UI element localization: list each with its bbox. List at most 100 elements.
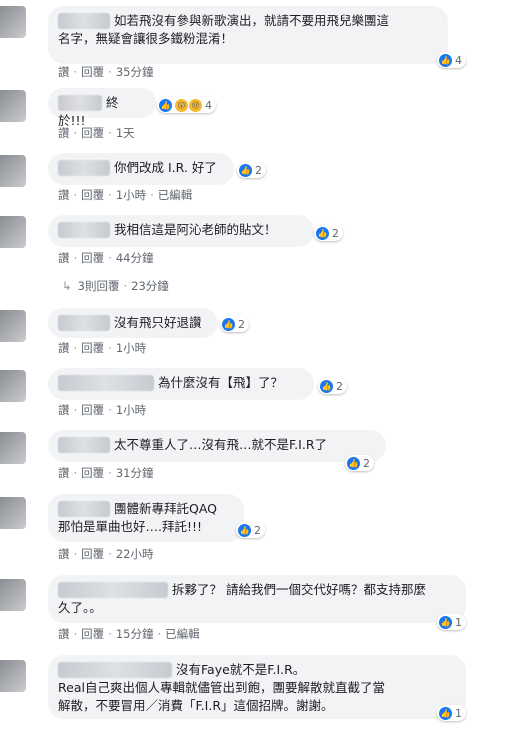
reaction-count[interactable]: 👍 2 <box>237 162 266 178</box>
comment-text: 如若飛沒有參與新歌演出，就請不要用飛兒樂團這 <box>114 13 390 28</box>
timestamp[interactable]: 35分鐘 <box>116 65 154 79</box>
reaction-count[interactable]: 👍 2 <box>220 316 249 332</box>
reaction-count[interactable]: 👍 2 <box>345 455 374 471</box>
avatar[interactable] <box>0 497 26 529</box>
comment-actions: 讚 · 回覆 · 35分鐘 <box>58 65 154 79</box>
like-icon: 👍 <box>316 226 329 240</box>
comment-actions: 讚 · 回覆 · 22小時 <box>58 547 154 561</box>
comment-bubble: 太不尊重人了…沒有飛…就不是F.I.R了 <box>48 430 386 462</box>
reply-link[interactable]: 回覆 <box>81 188 104 202</box>
avatar[interactable] <box>0 6 26 38</box>
comment-bubble: 終於!!! <box>48 88 156 128</box>
replies-link[interactable]: 3則回覆 <box>78 279 120 293</box>
comment-actions: 讚 · 回覆 · 1小時 <box>58 403 147 417</box>
reply-link[interactable]: 回覆 <box>81 65 104 79</box>
avatar[interactable] <box>0 432 26 464</box>
comment-bubble: 沒有飛只好退讚 <box>48 308 218 338</box>
like-link[interactable]: 讚 <box>58 466 70 480</box>
reaction-count[interactable]: 👍 2 <box>236 522 265 538</box>
edited-label[interactable]: 已編輯 <box>165 627 200 641</box>
commenter-name[interactable] <box>58 221 110 238</box>
comment-bubble: 如若飛沒有參與新歌演出，就請不要用飛兒樂團這 名字，無疑會讓很多鐵粉混淆！ <box>48 6 448 64</box>
like-icon: 👍 <box>347 456 360 470</box>
comment-text: 太不尊重人了…沒有飛…就不是F.I.R了 <box>114 437 328 452</box>
comment-text: 為什麼沒有【飛】了？ <box>158 375 284 390</box>
commenter-name[interactable] <box>58 159 110 176</box>
comment-actions: 讚 · 回覆 · 44分鐘 <box>58 251 154 265</box>
reply-link[interactable]: 回覆 <box>81 126 104 140</box>
comment-bubble: 沒有Faye就不是F.I.R。 Real自己爽出個人專輯就儘管出到飽，團要解散就… <box>48 655 466 719</box>
commenter-name[interactable] <box>58 314 110 331</box>
reaction-count[interactable]: 👍 1 <box>437 705 466 721</box>
comment-text-line2: Real自己爽出個人專輯就儘管出到飽，團要解散就直截了當 <box>58 680 385 695</box>
comment-actions: 讚 · 回覆 · 15分鐘 · 已編輯 <box>58 627 200 641</box>
timestamp[interactable]: 1天 <box>116 126 135 140</box>
like-icon: 👍 <box>222 317 235 331</box>
commenter-name[interactable] <box>58 374 154 391</box>
comment-bubble: 為什麼沒有【飛】了？ <box>48 368 314 400</box>
comment-actions: 讚 · 回覆 · 1小時 <box>58 341 147 355</box>
reaction-count[interactable]: 👍 😮 😢 4 <box>157 97 216 113</box>
comment-text: 沒有飛只好退讚 <box>114 315 202 330</box>
comment-bubble: 拆夥了？ 請給我們一個交代好嗎？都支持那麼 久了。。 <box>48 575 466 623</box>
commenter-name[interactable] <box>58 500 110 517</box>
timestamp[interactable]: 31分鐘 <box>116 466 154 480</box>
comment-actions: 讚 · 回覆 · 1小時 · 已編輯 <box>58 188 193 202</box>
timestamp[interactable]: 44分鐘 <box>116 251 154 265</box>
reaction-count[interactable]: 👍 4 <box>437 52 466 68</box>
commenter-name[interactable] <box>58 661 172 678</box>
comment-text-line3: 解散，不要冒用／消費「F.I.R」這個招牌。謝謝。 <box>58 698 334 713</box>
sad-icon: 😢 <box>189 98 202 112</box>
comment-text: 沒有Faye就不是F.I.R。 <box>176 662 306 677</box>
comment-text: 拆夥了？ 請給我們一個交代好嗎？都支持那麼 <box>172 582 426 597</box>
reply-link[interactable]: 回覆 <box>81 341 104 355</box>
comment-bubble: 我相信這是阿沁老師的貼文！ <box>48 215 314 247</box>
avatar[interactable] <box>0 216 26 248</box>
like-icon: 👍 <box>238 523 251 537</box>
like-link[interactable]: 讚 <box>58 341 70 355</box>
comment-text-line2: 名字，無疑會讓很多鐵粉混淆！ <box>58 31 234 46</box>
like-icon: 👍 <box>439 53 452 67</box>
reaction-count[interactable]: 👍 2 <box>314 225 343 241</box>
timestamp[interactable]: 15分鐘 <box>116 627 154 641</box>
replies-time: 23分鐘 <box>131 279 169 293</box>
reply-link[interactable]: 回覆 <box>81 403 104 417</box>
comment-actions: 讚 · 回覆 · 1天 <box>58 126 135 140</box>
avatar[interactable] <box>0 155 26 187</box>
like-link[interactable]: 讚 <box>58 251 70 265</box>
comment-actions: 讚 · 回覆 · 31分鐘 <box>58 466 154 480</box>
like-icon: 👍 <box>159 98 172 112</box>
timestamp[interactable]: 1小時 <box>116 188 146 202</box>
like-link[interactable]: 讚 <box>58 547 70 561</box>
commenter-name[interactable] <box>58 436 110 453</box>
reply-link[interactable]: 回覆 <box>81 466 104 480</box>
reply-link[interactable]: 回覆 <box>81 627 104 641</box>
avatar[interactable] <box>0 579 26 611</box>
like-link[interactable]: 讚 <box>58 188 70 202</box>
reply-link[interactable]: 回覆 <box>81 547 104 561</box>
timestamp[interactable]: 1小時 <box>116 341 146 355</box>
edited-label[interactable]: 已編輯 <box>158 188 193 202</box>
reaction-count[interactable]: 👍 1 <box>437 614 466 630</box>
view-replies[interactable]: ↳ 3則回覆 · 23分鐘 <box>62 278 169 294</box>
avatar[interactable] <box>0 660 26 692</box>
avatar[interactable] <box>0 370 26 402</box>
commenter-name[interactable] <box>58 581 168 598</box>
like-link[interactable]: 讚 <box>58 627 70 641</box>
timestamp[interactable]: 22小時 <box>116 547 154 561</box>
timestamp[interactable]: 1小時 <box>116 403 146 417</box>
reply-link[interactable]: 回覆 <box>81 251 104 265</box>
comment-text: 我相信這是阿沁老師的貼文！ <box>114 222 277 237</box>
comment-bubble: 團體新專拜託QAQ 那怕是單曲也好….拜託!!! <box>48 494 244 542</box>
commenter-name[interactable] <box>58 12 110 29</box>
like-link[interactable]: 讚 <box>58 65 70 79</box>
like-icon: 👍 <box>439 706 452 720</box>
avatar[interactable] <box>0 90 26 122</box>
commenter-name[interactable] <box>58 94 102 111</box>
like-icon: 👍 <box>439 615 452 629</box>
reaction-count[interactable]: 👍 2 <box>318 378 347 394</box>
avatar[interactable] <box>0 310 26 342</box>
like-link[interactable]: 讚 <box>58 403 70 417</box>
like-link[interactable]: 讚 <box>58 126 70 140</box>
like-icon: 👍 <box>239 163 252 177</box>
